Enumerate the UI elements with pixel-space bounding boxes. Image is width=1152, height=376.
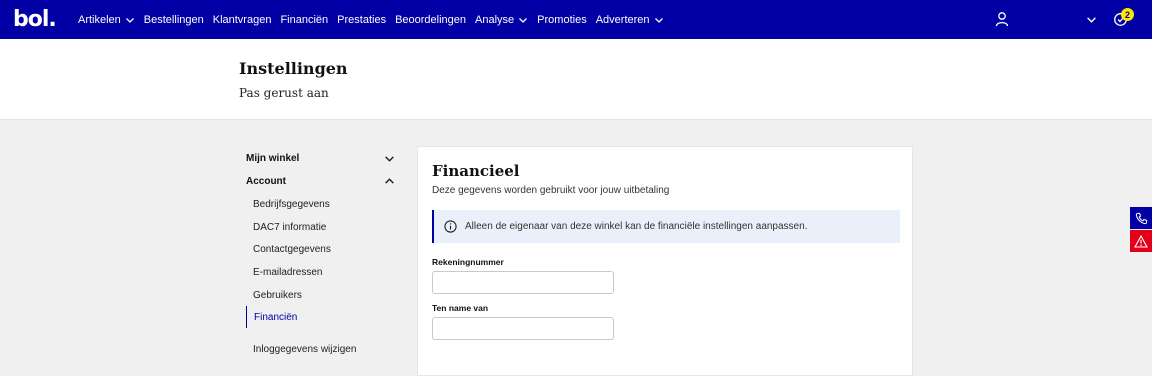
main-nav: Artikelen Bestellingen Klantvragen Finan… [78, 0, 673, 39]
nav-item-klantvragen[interactable]: Klantvragen [213, 14, 272, 26]
sidebar-item-financien[interactable]: Financiën [246, 306, 398, 328]
sidebar-group-label: Mijn winkel [246, 152, 300, 164]
bol-logo[interactable]: bol. [13, 7, 57, 32]
page-subtitle: Pas gerust aan [239, 86, 329, 100]
chevron-down-icon [385, 155, 394, 162]
section-description: Deze gegevens worden gebruikt voor jouw … [432, 185, 670, 196]
chevron-down-icon [519, 17, 528, 23]
nav-item-label: Klantvragen [212, 13, 272, 26]
warning-tab[interactable] [1130, 230, 1152, 252]
rekeningnummer-input[interactable] [432, 271, 614, 294]
ten-name-van-label: Ten name van [432, 303, 489, 313]
section-title: Financieel [432, 162, 520, 180]
chevron-up-icon [385, 177, 394, 184]
nav-item-analyse[interactable]: Analyse [475, 14, 528, 26]
nav-item-label: Analyse [475, 13, 515, 26]
nav-item-adverteren[interactable]: Adverteren [596, 14, 664, 26]
nav-item-artikelen[interactable]: Artikelen [78, 14, 135, 26]
sidebar-group-mijn-winkel[interactable]: Mijn winkel [246, 147, 398, 169]
sidebar-item-bedrijfsgegevens[interactable]: Bedrijfsgegevens [246, 193, 398, 215]
sidebar-item-inloggegevens-wijzigen[interactable]: Inloggegevens wijzigen [246, 338, 398, 360]
nav-item-prestaties[interactable]: Prestaties [337, 14, 386, 26]
phone-icon [1135, 212, 1147, 224]
sidebar-group-label: Account [246, 175, 286, 187]
chevron-down-icon [654, 17, 663, 23]
nav-item-label: Beoordelingen [395, 13, 467, 26]
nav-item-label: Artikelen [78, 13, 121, 26]
notification-count-badge: 2 [1121, 8, 1134, 21]
nav-item-label: Bestellingen [143, 13, 204, 26]
nav-item-bestellingen[interactable]: Bestellingen [144, 14, 204, 26]
ten-name-van-input[interactable] [432, 317, 614, 340]
info-icon [444, 220, 457, 233]
page-title: Instellingen [239, 59, 348, 78]
info-notice: Alleen de eigenaar van deze winkel kan d… [432, 210, 900, 243]
nav-item-promoties[interactable]: Promoties [537, 14, 587, 26]
nav-item-label: Adverteren [595, 13, 650, 26]
rekeningnummer-label: Rekeningnummer [432, 257, 504, 267]
chevron-down-icon [125, 17, 134, 23]
account-dropdown-chevron-icon[interactable] [1086, 14, 1097, 25]
warning-icon [1134, 234, 1148, 248]
nav-item-label: Prestaties [337, 13, 387, 26]
notice-text: Alleen de eigenaar van deze winkel kan d… [465, 221, 808, 232]
sidebar-group-account[interactable]: Account [246, 170, 398, 192]
nav-item-beoordelingen[interactable]: Beoordelingen [395, 14, 466, 26]
top-navigation-bar: bol. Artikelen Bestellingen Klantvragen … [0, 0, 1152, 39]
sidebar-item-contactgegevens[interactable]: Contactgegevens [246, 238, 398, 260]
nav-item-financien[interactable]: Financiën [280, 14, 328, 26]
user-icon[interactable] [995, 11, 1009, 27]
nav-item-label: Promoties [537, 13, 587, 26]
sidebar-item-gebruikers[interactable]: Gebruikers [246, 284, 398, 306]
nav-item-label: Financiën [280, 13, 329, 26]
sidebar-item-dac7-informatie[interactable]: DAC7 informatie [246, 216, 398, 238]
financieel-card: Financieel Deze gegevens worden gebruikt… [417, 146, 913, 376]
sidebar-item-e-mailadressen[interactable]: E-mailadressen [246, 261, 398, 283]
phone-tab[interactable] [1130, 207, 1152, 229]
page-header: Instellingen Pas gerust aan [0, 39, 1152, 120]
